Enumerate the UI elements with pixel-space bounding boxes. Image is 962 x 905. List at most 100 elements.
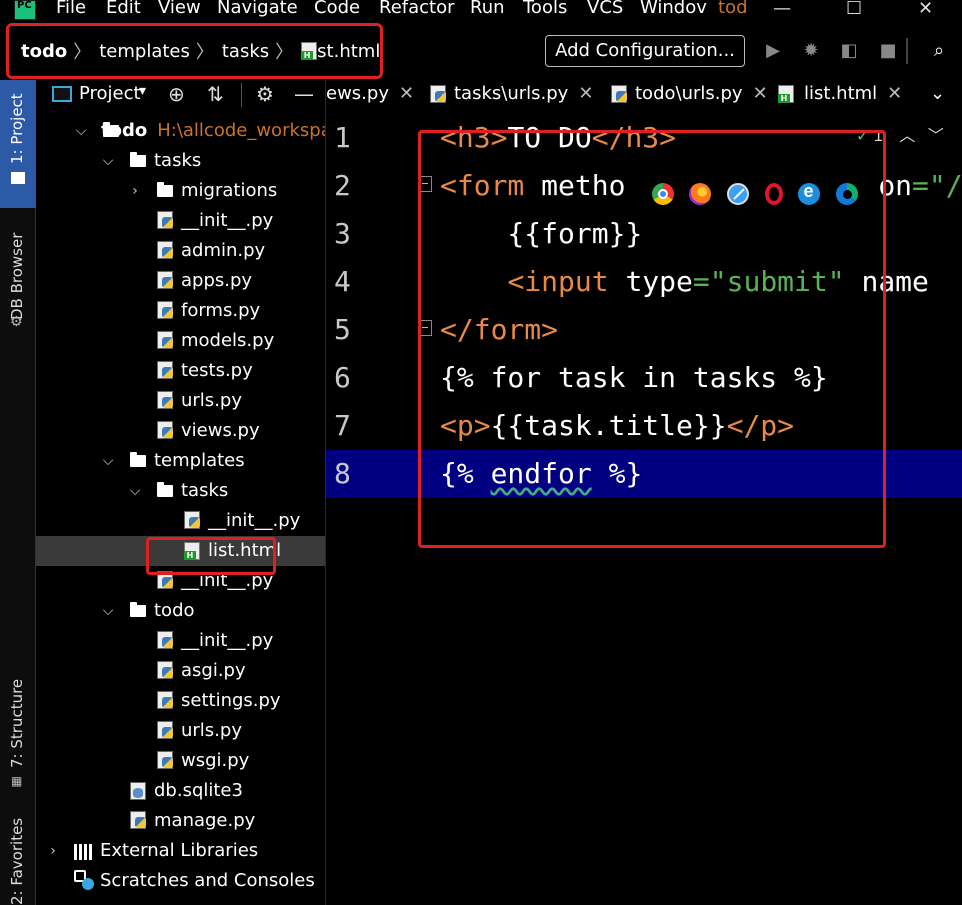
fold-marker-icon[interactable] <box>418 176 432 192</box>
line-number[interactable]: 1 <box>334 114 364 162</box>
tab-list-chevron-down-icon[interactable]: ⌄ <box>930 80 945 110</box>
tree-folder[interactable]: ⌵ todo <box>36 596 325 626</box>
stop-icon[interactable]: ■ <box>877 40 899 62</box>
menu-window[interactable]: Windov <box>640 0 707 18</box>
close-tab-icon[interactable]: ✕ <box>578 83 593 104</box>
tree-file[interactable]: › External Libraries <box>36 836 325 866</box>
tree-file[interactable]: asgi.py <box>36 656 325 686</box>
chevron-down-icon[interactable]: ⌵ <box>101 146 115 176</box>
gear-icon[interactable]: ⚙ <box>256 82 274 106</box>
tree-file[interactable]: manage.py <box>36 806 325 836</box>
tree-file[interactable]: __init__.py <box>36 506 325 536</box>
code-line[interactable]: 7 <p>{{task.title}}</p> <box>326 402 962 450</box>
tree-file[interactable]: tests.py <box>36 356 325 386</box>
tree-file[interactable]: __init__.py <box>36 626 325 656</box>
menu-file[interactable]: File <box>56 0 86 18</box>
maximize-icon[interactable]: ☐ <box>846 0 862 19</box>
firefox-icon[interactable] <box>689 183 712 205</box>
coverage-icon[interactable]: ◧ <box>838 40 860 62</box>
chevron-right-icon[interactable]: › <box>46 836 60 866</box>
tree-folder[interactable]: ⌵ tasks <box>36 146 325 176</box>
tree-file[interactable]: wsgi.py <box>36 746 325 776</box>
menu-navigate[interactable]: Navigate <box>217 0 298 18</box>
editor-tab-todo-urls[interactable]: todo\urls.py ✕ <box>611 80 768 110</box>
menu-edit[interactable]: Edit <box>106 0 141 18</box>
project-view-selector[interactable]: Project <box>79 83 141 104</box>
tree-file[interactable]: db.sqlite3 <box>36 776 325 806</box>
favorites-tool-tab[interactable]: 2: Favorites <box>0 815 36 905</box>
menu-view[interactable]: View <box>158 0 201 18</box>
code-line[interactable]: 6 {% for task in tasks %} <box>326 354 962 402</box>
menu-vcs[interactable]: VCS <box>587 0 623 18</box>
menu-run[interactable]: Run <box>470 0 505 18</box>
menu-tools[interactable]: Tools <box>523 0 567 18</box>
line-number[interactable]: 2 <box>334 162 364 210</box>
edge-icon[interactable] <box>836 183 859 205</box>
editor-tab-tasks-urls[interactable]: tasks\urls.py ✕ <box>430 80 593 110</box>
tree-file[interactable]: Scratches and Consoles <box>36 866 325 896</box>
line-number[interactable]: 7 <box>334 402 364 450</box>
close-tab-icon[interactable]: ✕ <box>753 83 768 104</box>
tree-file[interactable]: list.html <box>36 536 325 566</box>
minimize-icon[interactable]: — <box>773 0 791 19</box>
code-editor[interactable]: 1 <h3>TO DO</h3> 2 <form metho on="/ 3 {{for… <box>326 110 962 905</box>
tree-folder[interactable]: › migrations <box>36 176 325 206</box>
add-configuration-button[interactable]: Add Configuration... <box>545 35 745 67</box>
hide-panel-icon[interactable]: — <box>294 82 314 106</box>
editor-tab-list-html[interactable]: list.html ✕ <box>778 80 902 110</box>
locate-file-icon[interactable]: ⊕ <box>168 82 185 106</box>
breadcrumb-item-tasks[interactable]: tasks <box>222 41 269 62</box>
debug-icon[interactable]: ✹ <box>800 40 822 62</box>
code-line[interactable]: 8 {% endfor %} <box>326 450 962 498</box>
tree-file[interactable]: urls.py <box>36 386 325 416</box>
tree-file[interactable]: forms.py <box>36 296 325 326</box>
tree-file[interactable]: __init__.py <box>36 206 325 236</box>
tree-folder[interactable]: ⌵ templates <box>36 446 325 476</box>
close-tab-icon[interactable]: ✕ <box>887 83 902 104</box>
inspection-widget[interactable]: ✓ 1 ︿ ﹀ <box>856 122 944 146</box>
project-tool-tab[interactable]: 1: Project <box>0 80 36 208</box>
line-number[interactable]: 4 <box>334 258 364 306</box>
chevron-down-icon[interactable]: ⌵ <box>101 596 115 626</box>
chevron-down-icon[interactable]: ▾ <box>139 83 146 99</box>
tree-folder[interactable]: ⌵ tasks <box>36 476 325 506</box>
close-icon[interactable]: ✕ <box>918 0 933 19</box>
code-line[interactable]: 4 <input type="submit" name <box>326 258 962 306</box>
tree-file[interactable]: __init__.py <box>36 566 325 596</box>
menu-code[interactable]: Code <box>314 0 360 18</box>
line-number[interactable]: 5 <box>334 306 364 354</box>
menu-refactor[interactable]: Refactor <box>379 0 455 18</box>
chevron-right-icon[interactable]: › <box>128 176 142 206</box>
search-icon[interactable]: ⌕ <box>928 40 950 62</box>
line-number[interactable]: 8 <box>334 450 364 498</box>
tree-file[interactable]: views.py <box>36 416 325 446</box>
line-number[interactable]: 6 <box>334 354 364 402</box>
chevron-down-icon[interactable]: ⌵ <box>128 476 142 506</box>
tree-file[interactable]: urls.py <box>36 716 325 746</box>
code-line[interactable]: 3 {{form}} <box>326 210 962 258</box>
fold-marker-icon[interactable] <box>418 320 432 336</box>
chevron-down-icon[interactable]: ⌵ <box>101 446 115 476</box>
chevron-down-icon[interactable]: ⌵ <box>74 116 88 146</box>
db-browser-tool-tab[interactable]: DB Browser ⚙ <box>0 216 36 336</box>
ie-icon[interactable] <box>798 181 821 205</box>
tree-root-todo[interactable]: ⌵ todo H:\allcode_workspac <box>36 116 325 146</box>
collapse-all-icon[interactable]: ⇅ <box>207 82 224 106</box>
previous-highlight-icon[interactable]: ︿ <box>899 128 915 145</box>
editor-tab-views-py[interactable]: ews.py ✕ <box>326 80 414 110</box>
structure-tool-tab[interactable]: 7: Structure ▦ <box>0 670 36 800</box>
tree-file[interactable]: admin.py <box>36 236 325 266</box>
opera-icon[interactable] <box>764 183 783 205</box>
tree-file[interactable]: models.py <box>36 326 325 356</box>
breadcrumb-item-list-html[interactable]: list.html <box>307 41 380 62</box>
next-highlight-icon[interactable]: ﹀ <box>928 128 944 145</box>
chrome-icon[interactable] <box>651 183 674 205</box>
safari-icon[interactable] <box>727 183 750 205</box>
close-tab-icon[interactable]: ✕ <box>399 83 414 104</box>
breadcrumb-item-templates[interactable]: templates <box>99 41 190 62</box>
line-number[interactable]: 3 <box>334 210 364 258</box>
run-icon[interactable]: ▶ <box>762 40 784 62</box>
tree-file[interactable]: settings.py <box>36 686 325 716</box>
tree-file[interactable]: apps.py <box>36 266 325 296</box>
breadcrumb-item-todo[interactable]: todo <box>21 41 67 62</box>
